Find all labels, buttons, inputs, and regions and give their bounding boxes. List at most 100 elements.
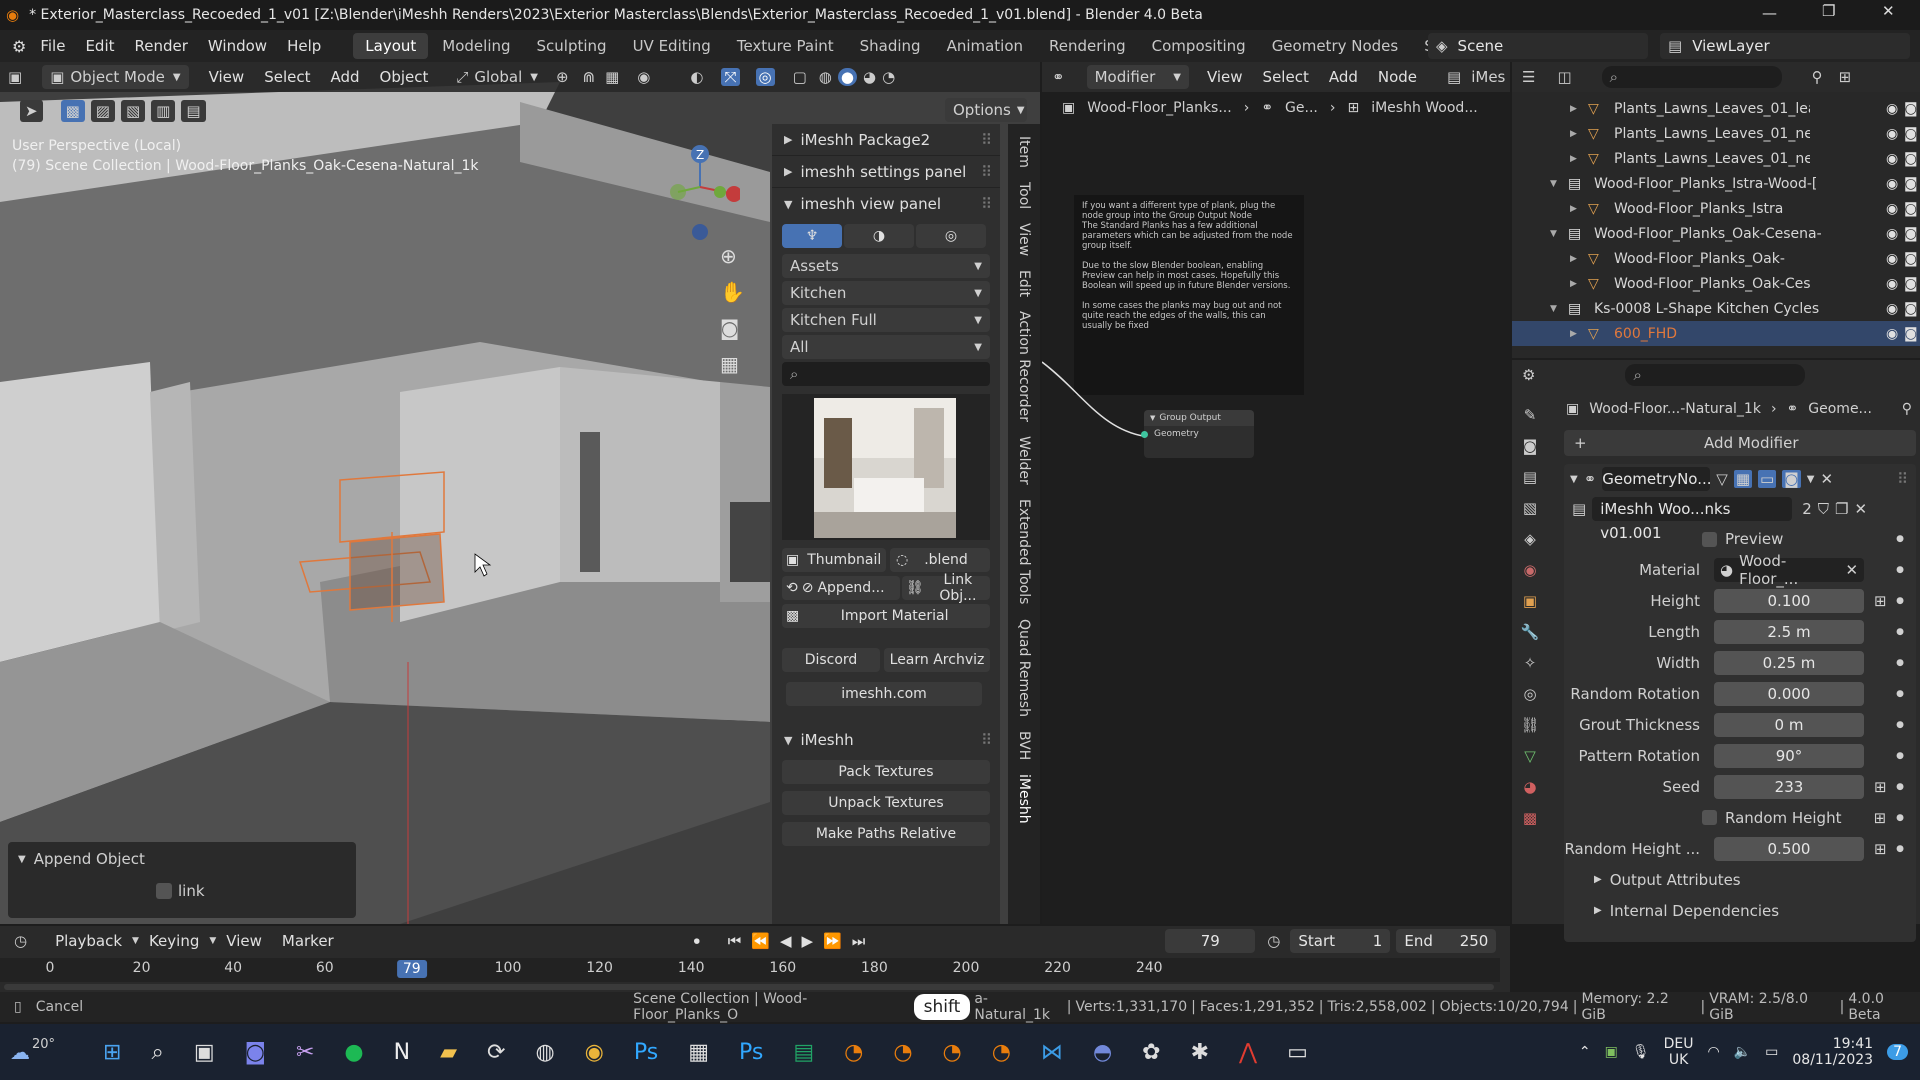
notification-badge[interactable]: 7 (1887, 1044, 1908, 1060)
tool-tab-icon[interactable]: ✎ (1524, 406, 1537, 424)
jump-end-icon[interactable]: ⏭ (852, 932, 866, 950)
github-icon[interactable]: ◍ (535, 1040, 554, 1065)
outliner-row[interactable]: ▶ ▽ Wood-Floor_Planks_Oak- ◉ ◙ (1512, 246, 1920, 271)
attribute-toggle-icon[interactable]: ⊞ (1874, 592, 1887, 610)
sidebar-tab-item[interactable]: Item (1016, 136, 1032, 168)
render-camera-icon[interactable]: ◙ (1904, 276, 1918, 292)
tab-rendering[interactable]: Rendering (1037, 33, 1138, 59)
render-camera-icon[interactable]: ◙ (1904, 226, 1918, 242)
render-camera-icon[interactable]: ◙ (1904, 301, 1918, 317)
file-explorer-icon[interactable]: ▰ (440, 1040, 457, 1065)
discord-icon[interactable]: ◓ (1093, 1040, 1112, 1065)
notion-icon[interactable]: N (394, 1040, 410, 1065)
link-checkbox[interactable] (156, 883, 172, 899)
param-value-field[interactable]: 0.000 (1714, 681, 1864, 706)
link-object-button[interactable]: ⛓ Link Obj... (902, 572, 990, 604)
material-tab-icon[interactable]: ◕ (1523, 778, 1536, 796)
append-object-header[interactable]: ▼ Append Object (8, 842, 356, 876)
random-height-amount-field[interactable]: 0.500 (1714, 836, 1864, 861)
battery-icon[interactable]: ▭ (1765, 1044, 1778, 1060)
keyframe-dot-icon[interactable]: ● (1896, 565, 1904, 575)
eye-icon[interactable]: ◉ (1886, 226, 1898, 242)
attribute-toggle-icon[interactable]: ⊞ (1874, 840, 1887, 858)
make-paths-relative-button[interactable]: Make Paths Relative (782, 822, 990, 846)
outliner-row[interactable]: ▼ ▤ Ks-0008 L-Shape Kitchen Cycles ◉ ◙ (1512, 296, 1920, 321)
thumbnail-button[interactable]: ▣ Thumbnail (782, 548, 886, 572)
keyframe-dot-icon[interactable]: ● (1896, 751, 1904, 761)
param-value-field[interactable]: 2.5 m (1714, 619, 1864, 644)
modifier-name-field[interactable]: GeometryNo... (1602, 467, 1712, 491)
eye-icon[interactable]: ◉ (1886, 176, 1898, 192)
outliner-row[interactable]: ▶ ▽ Plants_Lawns_Leaves_01_leav ◉ ◙ (1512, 96, 1920, 121)
outliner-row[interactable]: ▶ ▽ Plants_Lawns_Leaves_01_nev ◉ ◙ (1512, 121, 1920, 146)
keyframe-dot-icon[interactable]: ● (1896, 782, 1904, 792)
vscode-icon[interactable]: ⋈ (1041, 1040, 1063, 1065)
outliner-row[interactable]: ▶ ▽ 600_FHD ◉ ◙ (1512, 321, 1920, 346)
chevron-right-icon[interactable]: ▶ (1570, 204, 1588, 214)
search-icon[interactable]: ⌕ (151, 1040, 163, 1065)
tab-compositing[interactable]: Compositing (1140, 33, 1258, 59)
data-tab-icon[interactable]: ▽ (1524, 747, 1536, 765)
viewport-menu-select[interactable]: Select (254, 68, 320, 86)
tab-geometry-nodes[interactable]: Geometry Nodes (1260, 33, 1411, 59)
eye-icon[interactable]: ◉ (1886, 151, 1898, 167)
spotify-icon[interactable]: ● (344, 1040, 363, 1065)
tab-modeling[interactable]: Modeling (430, 33, 522, 59)
camera-icon[interactable]: ◙ (720, 316, 745, 340)
snipping-tool-icon[interactable]: ✂ (296, 1040, 314, 1065)
keyframe-dot-icon[interactable]: ● (1896, 658, 1904, 668)
node-tree-icon[interactable]: ▤ (1572, 500, 1586, 518)
start-menu-icon[interactable]: ⊞ (103, 1040, 121, 1065)
panel-imeshh-settings[interactable]: ▶ imeshh settings panel ⠿ (772, 156, 1000, 188)
tab-sculpting[interactable]: Sculpting (525, 33, 619, 59)
overlay-toggle-icon[interactable]: ◎ (755, 68, 775, 86)
weather-widget[interactable]: ☁ 20° (10, 1037, 55, 1065)
prev-keyframe-icon[interactable]: ⏪ (751, 932, 770, 950)
sidebar-tab-edit[interactable]: Edit (1016, 270, 1032, 297)
output-tab-icon[interactable]: ▤ (1523, 468, 1537, 486)
world-tab-icon[interactable]: ◉ (1523, 561, 1536, 579)
viewport-menu-view[interactable]: View (199, 68, 255, 86)
sync-icon[interactable]: ⟳ (487, 1040, 505, 1065)
app-icon[interactable]: ▦ (688, 1040, 709, 1065)
sidebar-tab-action-recorder[interactable]: Action Recorder (1016, 311, 1032, 422)
render-camera-icon[interactable]: ◙ (1904, 176, 1918, 192)
task-view-icon[interactable]: ▣ (194, 1040, 215, 1065)
minimize-button[interactable]: — (1762, 4, 1777, 22)
eye-icon[interactable]: ◉ (1886, 251, 1898, 267)
param-value-field[interactable]: 233 (1714, 774, 1864, 799)
snap-grid-icon[interactable]: ▦ (605, 68, 619, 86)
viewlayer-selector[interactable]: ▤ ViewLayer (1660, 33, 1910, 59)
keyframe-dot-icon[interactable]: ● (1896, 813, 1904, 823)
param-value-field[interactable]: 0.100 (1714, 588, 1864, 613)
eye-icon[interactable]: ◉ (1886, 126, 1898, 142)
render-camera-icon[interactable]: ◙ (1904, 251, 1918, 267)
chevron-right-icon[interactable]: ▶ (1570, 154, 1588, 164)
timeline-menu-view[interactable]: View (216, 932, 272, 950)
on-cage-icon[interactable]: ▦ (1733, 470, 1753, 488)
jump-start-icon[interactable]: ⏮ (728, 932, 742, 950)
param-value-field[interactable]: 0 m (1714, 712, 1864, 737)
chevron-down-icon[interactable]: ▼ (1550, 304, 1568, 314)
clear-icon[interactable]: ✕ (1845, 561, 1858, 579)
chevron-down-icon[interactable]: ▼ (1807, 474, 1815, 485)
node-editor[interactable]: ⚭ Modifier ▼ View Select Add Node ▤ iMes… (1042, 62, 1510, 924)
tab-uv-editing[interactable]: UV Editing (621, 33, 723, 59)
learn-archviz-button[interactable]: Learn Archviz (884, 648, 990, 672)
menu-file[interactable]: File (30, 37, 75, 55)
discord-button[interactable]: Discord (782, 648, 880, 672)
timeline-menu-keying[interactable]: Keying (139, 932, 209, 950)
drag-handle-icon[interactable]: ⠿ (981, 163, 992, 181)
scene-selector[interactable]: ◈ Scene (1428, 33, 1648, 59)
add-modifier-button[interactable]: + Add Modifier (1564, 430, 1916, 456)
sidebar-tab-tool[interactable]: Tool (1016, 182, 1032, 209)
volume-icon[interactable]: 🔈 (1734, 1044, 1751, 1060)
sheets-icon[interactable]: ▤ (793, 1040, 814, 1065)
particles-tab-icon[interactable]: ✧ (1524, 654, 1537, 672)
menu-window[interactable]: Window (198, 37, 277, 55)
texture-tab-icon[interactable]: ▩ (1523, 809, 1537, 827)
select-subtract-icon[interactable]: ▧ (120, 100, 146, 122)
asset-preview[interactable] (782, 394, 990, 540)
filter-icon[interactable]: ⚲ (1812, 68, 1823, 86)
blender-active-icon[interactable]: ◔ (992, 1040, 1011, 1065)
